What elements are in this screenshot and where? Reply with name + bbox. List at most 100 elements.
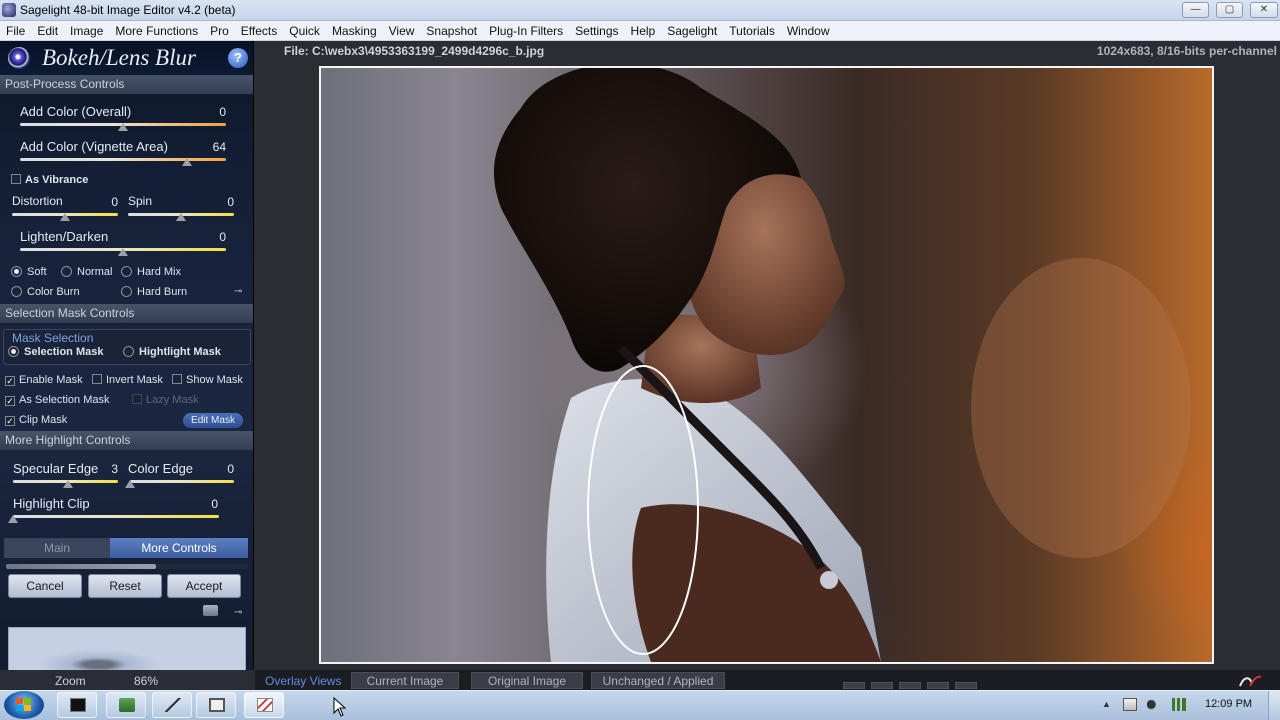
tab-more-controls[interactable]: More Controls xyxy=(110,538,248,558)
view-mode-box-3[interactable] xyxy=(899,682,921,689)
overlay-views-label[interactable]: Overlay Views xyxy=(265,674,341,688)
add-color-overall-value[interactable]: 0 xyxy=(196,105,226,119)
unchanged-applied-button[interactable]: Unchanged / Applied xyxy=(591,672,725,689)
spin-value[interactable]: 0 xyxy=(214,195,234,209)
blend-normal[interactable]: Normal xyxy=(61,266,112,278)
taskbar-window[interactable] xyxy=(196,692,236,718)
distortion-value[interactable]: 0 xyxy=(100,195,118,209)
distortion-thumb[interactable] xyxy=(60,213,70,221)
invert-mask-option[interactable]: Invert Mask xyxy=(92,374,163,386)
menu-settings[interactable]: Settings xyxy=(569,24,624,38)
menu-pro[interactable]: Pro xyxy=(204,24,235,38)
menu-view[interactable]: View xyxy=(383,24,421,38)
menu-snapshot[interactable]: Snapshot xyxy=(420,24,483,38)
menu-window[interactable]: Window xyxy=(781,24,836,38)
menu-effects[interactable]: Effects xyxy=(235,24,283,38)
clip-mask-option[interactable]: ✓ Clip Mask xyxy=(5,414,67,426)
app-icon[interactable] xyxy=(2,3,16,17)
view-mode-box-4[interactable] xyxy=(927,682,949,689)
menu-edit[interactable]: Edit xyxy=(31,24,64,38)
menu-tutorials[interactable]: Tutorials xyxy=(723,24,781,38)
highlight-clip-thumb[interactable] xyxy=(8,515,18,523)
blend-normal-radio[interactable] xyxy=(61,266,72,277)
color-edge-track[interactable] xyxy=(130,480,234,483)
highlight-mask-radio[interactable] xyxy=(123,346,134,357)
snapshot-icon[interactable] xyxy=(203,605,218,616)
add-color-vignette-thumb[interactable] xyxy=(181,158,192,166)
lazy-mask-option[interactable]: Lazy Mask xyxy=(132,394,199,406)
menu-plugin-filters[interactable]: Plug-In Filters xyxy=(483,24,569,38)
taskbar-cmd[interactable] xyxy=(57,692,97,718)
add-color-overall-thumb[interactable] xyxy=(118,123,128,131)
pin-icon[interactable]: ⊸ xyxy=(234,286,242,297)
show-mask-option[interactable]: Show Mask xyxy=(172,374,243,386)
highlight-mask-option[interactable]: Hightlight Mask xyxy=(123,346,221,358)
taskbar-tool[interactable] xyxy=(152,692,192,718)
volume-icon[interactable] xyxy=(1147,698,1161,711)
menu-quick[interactable]: Quick xyxy=(283,24,326,38)
blend-hard-mix-radio[interactable] xyxy=(121,266,132,277)
minimize-button[interactable]: — xyxy=(1182,2,1209,18)
menu-more-functions[interactable]: More Functions xyxy=(109,24,204,38)
post-process-header[interactable]: Post-Process Controls xyxy=(0,75,253,94)
current-image-button[interactable]: Current Image xyxy=(351,672,459,689)
taskbar-sagelight[interactable] xyxy=(244,692,284,718)
reset-button[interactable]: Reset xyxy=(88,574,162,598)
menu-masking[interactable]: Masking xyxy=(326,24,383,38)
start-button[interactable] xyxy=(4,691,44,719)
zoom-value[interactable]: 86% xyxy=(134,674,158,688)
blend-soft-radio[interactable] xyxy=(11,266,22,277)
edit-mask-button[interactable]: Edit Mask xyxy=(183,413,243,428)
preview-thumbnail[interactable] xyxy=(8,627,246,670)
view-mode-box-5[interactable] xyxy=(955,682,977,689)
cancel-button[interactable]: Cancel xyxy=(8,574,82,598)
highlight-clip-value[interactable]: 0 xyxy=(196,497,218,511)
pin-icon-2[interactable]: ⊸ xyxy=(234,607,242,618)
highlight-clip-track[interactable] xyxy=(13,515,219,518)
image-canvas[interactable] xyxy=(319,66,1214,664)
blend-color-burn[interactable]: Color Burn xyxy=(11,286,80,298)
enable-mask-checkbox[interactable]: ✓ xyxy=(5,376,15,386)
spin-thumb[interactable] xyxy=(176,213,186,221)
clock[interactable]: 12:09 PM xyxy=(1205,698,1252,710)
as-vibrance-checkbox[interactable] xyxy=(11,174,21,184)
selection-mask-radio[interactable] xyxy=(8,346,19,357)
blend-hard-burn-radio[interactable] xyxy=(121,286,132,297)
menu-file[interactable]: File xyxy=(0,24,31,38)
view-mode-box-1[interactable] xyxy=(843,682,865,689)
lighten-darken-thumb[interactable] xyxy=(118,248,128,256)
as-selection-mask-checkbox[interactable]: ✓ xyxy=(5,396,15,406)
blend-soft[interactable]: Soft xyxy=(11,266,47,278)
original-image-button[interactable]: Original Image xyxy=(471,672,583,689)
taskbar-network[interactable] xyxy=(106,692,146,718)
blend-hard-burn[interactable]: Hard Burn xyxy=(121,286,187,298)
menu-image[interactable]: Image xyxy=(64,24,109,38)
add-color-vignette-track[interactable] xyxy=(20,158,226,161)
action-center-icon[interactable] xyxy=(1123,698,1137,711)
accept-button[interactable]: Accept xyxy=(167,574,241,598)
lazy-mask-checkbox[interactable] xyxy=(132,394,142,404)
blend-color-burn-radio[interactable] xyxy=(11,286,22,297)
add-color-vignette-value[interactable]: 64 xyxy=(196,140,226,154)
show-desktop-button[interactable] xyxy=(1268,691,1280,720)
maximize-button[interactable]: ▢ xyxy=(1216,2,1243,18)
network-icon[interactable] xyxy=(1172,698,1186,711)
selection-mask-option[interactable]: Selection Mask xyxy=(8,346,103,358)
clip-mask-checkbox[interactable]: ✓ xyxy=(5,416,15,426)
specular-edge-thumb[interactable] xyxy=(62,480,73,488)
color-edge-thumb[interactable] xyxy=(125,480,135,488)
more-highlight-header[interactable]: More Highlight Controls xyxy=(0,431,253,450)
invert-mask-checkbox[interactable] xyxy=(92,374,102,384)
tray-expand-icon[interactable]: ▲ xyxy=(1102,699,1111,709)
as-vibrance-option[interactable]: As Vibrance xyxy=(11,174,88,186)
enable-mask-option[interactable]: ✓ Enable Mask xyxy=(5,374,83,386)
close-button[interactable]: ✕ xyxy=(1250,2,1278,18)
as-selection-mask-option[interactable]: ✓ As Selection Mask xyxy=(5,394,109,406)
color-edge-value[interactable]: 0 xyxy=(214,462,234,476)
view-mode-box-2[interactable] xyxy=(871,682,893,689)
menu-help[interactable]: Help xyxy=(625,24,662,38)
blend-hard-mix[interactable]: Hard Mix xyxy=(121,266,181,278)
selection-mask-header[interactable]: Selection Mask Controls xyxy=(0,304,253,323)
specular-edge-value[interactable]: 3 xyxy=(104,462,118,476)
show-mask-checkbox[interactable] xyxy=(172,374,182,384)
